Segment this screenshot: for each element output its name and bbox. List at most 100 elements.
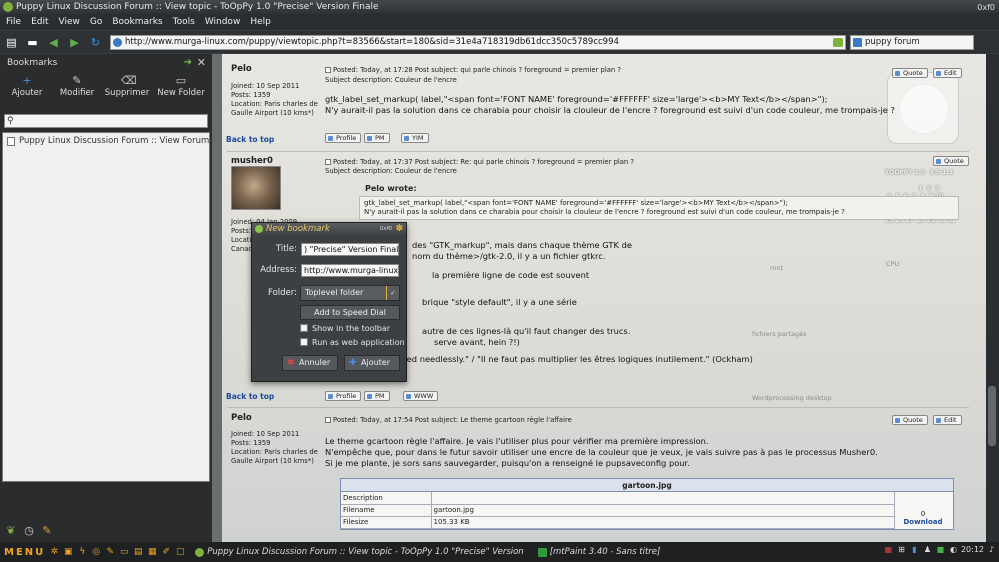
profile-button[interactable]: Profile xyxy=(325,391,362,401)
back-to-top-link[interactable]: Back to top xyxy=(226,135,274,144)
bookmark-item-label: Puppy Linux Discussion Forum :: View For… xyxy=(19,136,209,146)
start-menu-button[interactable]: MENU xyxy=(0,547,45,558)
post-line: des "GTK_markup", mais dans chaque thème… xyxy=(412,240,632,250)
task-mtpaint[interactable]: [mtPaint 3.40 - Sans titre] xyxy=(537,547,660,557)
back-arrow-icon[interactable]: ◀ xyxy=(46,35,61,49)
checkbox-box[interactable] xyxy=(300,338,308,346)
search-engine-icon[interactable] xyxy=(853,38,862,47)
menu-help[interactable]: Help xyxy=(250,17,271,27)
menu-go[interactable]: Go xyxy=(90,17,102,27)
user-icon[interactable]: ♟ xyxy=(922,545,933,558)
dialog-app-icon xyxy=(255,225,263,233)
lightning-icon[interactable]: ϟ xyxy=(77,547,87,557)
edit-bookmark-button[interactable]: ✎ Modifier xyxy=(54,72,100,108)
settings-gear-icon[interactable]: ✲ xyxy=(49,547,59,557)
menu-file[interactable]: File xyxy=(6,17,21,27)
checkbox-box[interactable] xyxy=(300,324,308,332)
search-input[interactable]: puppy forum xyxy=(850,35,974,50)
edit-button[interactable]: Edit xyxy=(933,415,962,425)
post-author[interactable]: musher0 xyxy=(231,156,273,166)
sidebar-toolbar: + Ajouter ✎ Modifier ⌫ Supprimer ▭ New F… xyxy=(0,72,212,108)
title-field[interactable]: ) "Precise" Version Finale xyxy=(301,243,399,256)
browser-icon[interactable]: ◎ xyxy=(91,547,101,557)
www-button[interactable]: WWW xyxy=(403,391,439,401)
bookmark-item[interactable]: Puppy Linux Discussion Forum :: View For… xyxy=(7,136,209,146)
add-to-speed-dial-button[interactable]: Add to Speed Dial xyxy=(300,305,400,320)
add-bookmark-button[interactable]: + Ajouter xyxy=(4,72,50,108)
attachment-title: gartoon.jpg xyxy=(341,479,953,492)
profile-button[interactable]: Profile xyxy=(325,133,362,143)
download-cell: 0 Download xyxy=(893,492,953,540)
vertical-scrollbar[interactable] xyxy=(986,54,999,542)
paint-icon[interactable]: ✐ xyxy=(161,547,171,557)
url-text: http://www.murga-linux.com/puppy/viewtop… xyxy=(125,37,619,47)
menu-edit[interactable]: Edit xyxy=(31,17,48,27)
download-link[interactable]: Download xyxy=(893,518,953,526)
mixer-icon[interactable]: ⊞ xyxy=(896,545,907,558)
url-input[interactable]: http://www.murga-linux.com/puppy/viewtop… xyxy=(110,35,846,50)
post-author[interactable]: Pelo xyxy=(231,64,252,74)
back-to-top-link[interactable]: Back to top xyxy=(226,392,274,401)
bookmark-search-input[interactable]: ⚲ xyxy=(4,114,208,128)
quote-button[interactable]: Quote xyxy=(892,68,928,78)
sidebar-splitter[interactable] xyxy=(212,54,222,542)
quote-button[interactable]: Quote xyxy=(892,415,928,425)
new-bookmark-dialog: New bookmark 0xf0 ✽ Title: ) "Precise" V… xyxy=(251,222,407,382)
monitor-icon[interactable]: ▭ xyxy=(119,547,129,557)
menu-view[interactable]: View xyxy=(59,17,80,27)
bookmark-list: Puppy Linux Discussion Forum :: View For… xyxy=(2,132,210,482)
post-line: Le theme gcartoon règle l'affaire. Je va… xyxy=(325,436,709,446)
attachment-value: 105.33 KB xyxy=(431,516,895,529)
task-browser[interactable]: Puppy Linux Discussion Forum :: View top… xyxy=(195,547,524,557)
battery-icon[interactable]: ▮ xyxy=(909,545,920,558)
dialog-close-icon[interactable]: ✽ xyxy=(395,223,403,235)
delete-bookmark-button[interactable]: ⌫ Supprimer xyxy=(104,72,150,108)
menu-bookmarks[interactable]: Bookmarks xyxy=(112,17,162,27)
terminal-icon[interactable]: ▣ xyxy=(63,547,73,557)
yim-button[interactable]: YIM xyxy=(401,133,429,143)
edit-button[interactable]: Edit xyxy=(933,68,962,78)
sidebar-forward-icon[interactable]: ➔ xyxy=(184,54,192,72)
pm-button[interactable]: PM xyxy=(364,391,390,401)
cancel-button[interactable]: ✖ Annuler xyxy=(282,355,338,371)
quote-button[interactable]: Quote xyxy=(933,156,969,166)
folder-select[interactable]: Toplevel folder ✓ xyxy=(300,285,400,301)
page-icon xyxy=(7,137,15,146)
update-icon[interactable]: ◐ xyxy=(948,545,959,558)
pin-icon[interactable]: ✎ xyxy=(40,524,54,538)
dialog-title: New bookmark xyxy=(266,224,330,234)
address-field[interactable]: http://www.murga-linux.c xyxy=(301,264,399,277)
app-icon xyxy=(3,2,13,12)
files-icon[interactable]: ▤ xyxy=(133,547,143,557)
forum-post: Pelo Joined: 10 Sep 2011 Posts: 1359 Loc… xyxy=(227,62,969,142)
add-button[interactable]: ✚ Ajouter xyxy=(344,355,400,371)
puppy-logo-icon[interactable]: ❦ xyxy=(4,524,18,538)
post-header: Posted: Today, at 17:37 Post subject: Re… xyxy=(325,158,634,166)
menu-tools[interactable]: Tools xyxy=(173,17,195,27)
network-icon[interactable]: ▦ xyxy=(883,545,894,558)
show-in-toolbar-checkbox[interactable]: Show in the toolbar xyxy=(300,324,390,333)
open-folder-icon[interactable]: ▬ xyxy=(25,35,40,49)
image-icon[interactable]: ▦ xyxy=(147,547,157,557)
table-row: Filesize 105.33 KB xyxy=(341,516,895,529)
sidebar-close-icon[interactable]: ✕ xyxy=(197,54,206,72)
pm-button[interactable]: PM xyxy=(364,133,390,143)
reload-icon[interactable]: ↻ xyxy=(88,35,103,49)
new-folder-button[interactable]: ▭ New Folder xyxy=(154,72,208,108)
history-clock-icon[interactable]: ◷ xyxy=(22,524,36,538)
forward-arrow-icon[interactable]: ▶ xyxy=(67,35,82,49)
edit-icon: ✎ xyxy=(72,74,82,87)
desktop-icon[interactable]: ▢ xyxy=(175,547,185,557)
sidebar-toggle-icon[interactable]: ▤ xyxy=(4,35,19,49)
status-icon[interactable]: ■ xyxy=(935,545,946,558)
run-as-web-app-checkbox[interactable]: Run as web application xyxy=(300,338,405,347)
taskbar-clock: 20:12 xyxy=(960,545,984,554)
go-arrow-icon[interactable] xyxy=(833,38,843,47)
scrollbar-thumb[interactable] xyxy=(988,386,996,446)
editor-icon[interactable]: ✎ xyxy=(105,547,115,557)
speaker-icon[interactable]: ♪ xyxy=(986,545,997,558)
menu-window[interactable]: Window xyxy=(205,17,241,27)
window-controls[interactable]: 0xf0 xyxy=(977,1,995,15)
plus-icon: + xyxy=(22,74,32,87)
post-author[interactable]: Pelo xyxy=(231,413,252,423)
